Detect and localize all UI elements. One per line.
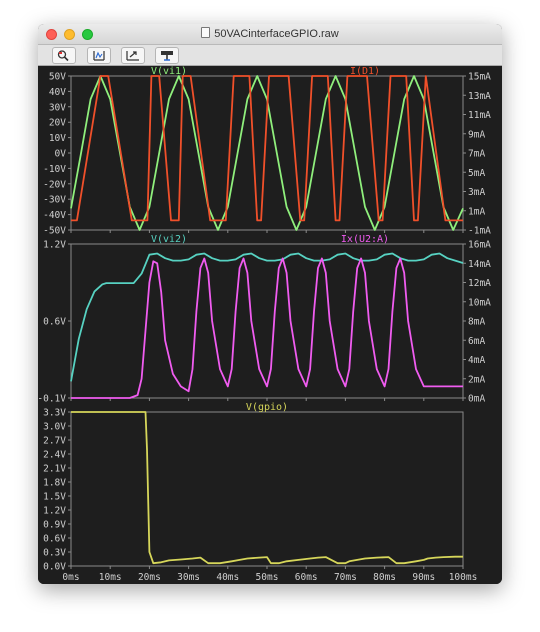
left-tick-label: 20V (49, 118, 66, 129)
right-tick-label: 12mA (468, 278, 491, 289)
x-tick-label: 80ms (373, 572, 396, 583)
document-icon (201, 27, 211, 38)
left-tick-label: 2.1V (43, 464, 66, 475)
right-tick-label: 3mA (468, 187, 485, 198)
toolbar (38, 45, 502, 66)
left-tick-label: 1.2V (43, 506, 66, 517)
left-tick-label: 30V (49, 102, 66, 113)
left-tick-label: 2.4V (43, 450, 66, 461)
x-tick-label: 50ms (256, 572, 279, 583)
trace-label: Ix(U2:A) (341, 234, 389, 245)
left-tick-label: 40V (49, 87, 66, 98)
left-tick-label: 0.9V (43, 520, 66, 531)
left-tick-label: 1.2V (43, 240, 66, 251)
x-tick-label: 30ms (177, 572, 200, 583)
right-tick-label: 0mA (468, 394, 485, 405)
pan-tool-button[interactable] (121, 47, 145, 64)
window-title: 50VACinterfaceGPIO.raw (214, 28, 339, 40)
right-tick-label: 5mA (468, 168, 485, 179)
left-tick-label: 0.3V (43, 548, 66, 559)
right-tick-label: -1mA (468, 226, 491, 237)
left-tick-label: -30V (43, 195, 66, 206)
x-tick-label: 100ms (449, 572, 478, 583)
right-tick-label: 8mA (468, 317, 485, 328)
autorange-icon (93, 51, 105, 61)
pan-icon (126, 51, 139, 61)
x-tick-label: 20ms (138, 572, 161, 583)
left-tick-label: -0.1V (38, 394, 66, 405)
left-tick-label: 50V (49, 72, 66, 83)
left-tick-label: 0.6V (43, 317, 66, 328)
left-tick-label: -10V (43, 164, 66, 175)
right-tick-label: 7mA (468, 149, 485, 160)
right-tick-label: 6mA (468, 336, 485, 347)
left-tick-label: 10V (49, 133, 66, 144)
left-tick-label: 0V (55, 149, 67, 160)
right-tick-label: 1mA (468, 206, 485, 217)
right-tick-label: 2mA (468, 374, 485, 385)
plot-area[interactable]: 50V 40V 30V 20V 10V 0V -10V -20V -30V -40V -50V 15m… (38, 66, 502, 584)
x-tick-label: 90ms (412, 572, 435, 583)
left-tick-label: 0.0V (43, 562, 66, 573)
trace-label: I(D1) (350, 66, 380, 77)
autorange-tool-button[interactable] (87, 47, 111, 64)
title-bar[interactable]: 50VACinterfaceGPIO.raw (38, 24, 502, 45)
right-tick-label: 14mA (468, 259, 491, 270)
left-tick-label: -50V (43, 226, 66, 237)
left-tick-label: -40V (43, 210, 66, 221)
right-tick-label: 11mA (468, 110, 491, 121)
x-tick-label: 0ms (62, 572, 79, 583)
right-tick-label: 9mA (468, 129, 485, 140)
right-tick-label: 13mA (468, 91, 491, 102)
left-tick-label: 0.6V (43, 534, 66, 545)
right-tick-label: 4mA (468, 355, 485, 366)
x-tick-label: 70ms (334, 572, 357, 583)
trace-label: V(vi2) (151, 234, 187, 245)
left-tick-label: 1.5V (43, 492, 66, 503)
x-tick-label: 40ms (216, 572, 239, 583)
right-tick-label: 15mA (468, 72, 491, 83)
left-tick-label: 2.7V (43, 436, 66, 447)
window-title-container: 50VACinterfaceGPIO.raw (38, 27, 502, 40)
right-tick-label: 16mA (468, 240, 491, 251)
trace-label: V(gpio) (246, 402, 288, 413)
left-tick-label: 3.0V (43, 422, 66, 433)
waveform-plots[interactable]: 50V 40V 30V 20V 10V 0V -10V -20V -30V -40V -50V 15m… (38, 66, 502, 584)
measure-tool-button[interactable] (155, 47, 179, 64)
x-tick-label: 10ms (99, 572, 122, 583)
zoom-tool-button[interactable] (52, 47, 76, 64)
zoom-icon (57, 50, 69, 62)
measure-icon (161, 51, 173, 61)
left-tick-label: 1.8V (43, 478, 66, 489)
x-tick-label: 60ms (295, 572, 318, 583)
right-tick-label: 10mA (468, 297, 491, 308)
left-tick-label: 3.3V (43, 408, 66, 419)
waveform-viewer-window: 50VACinterfaceGPIO.raw 50V 40V 30V 20V 1… (38, 24, 502, 584)
left-tick-label: -20V (43, 179, 66, 190)
